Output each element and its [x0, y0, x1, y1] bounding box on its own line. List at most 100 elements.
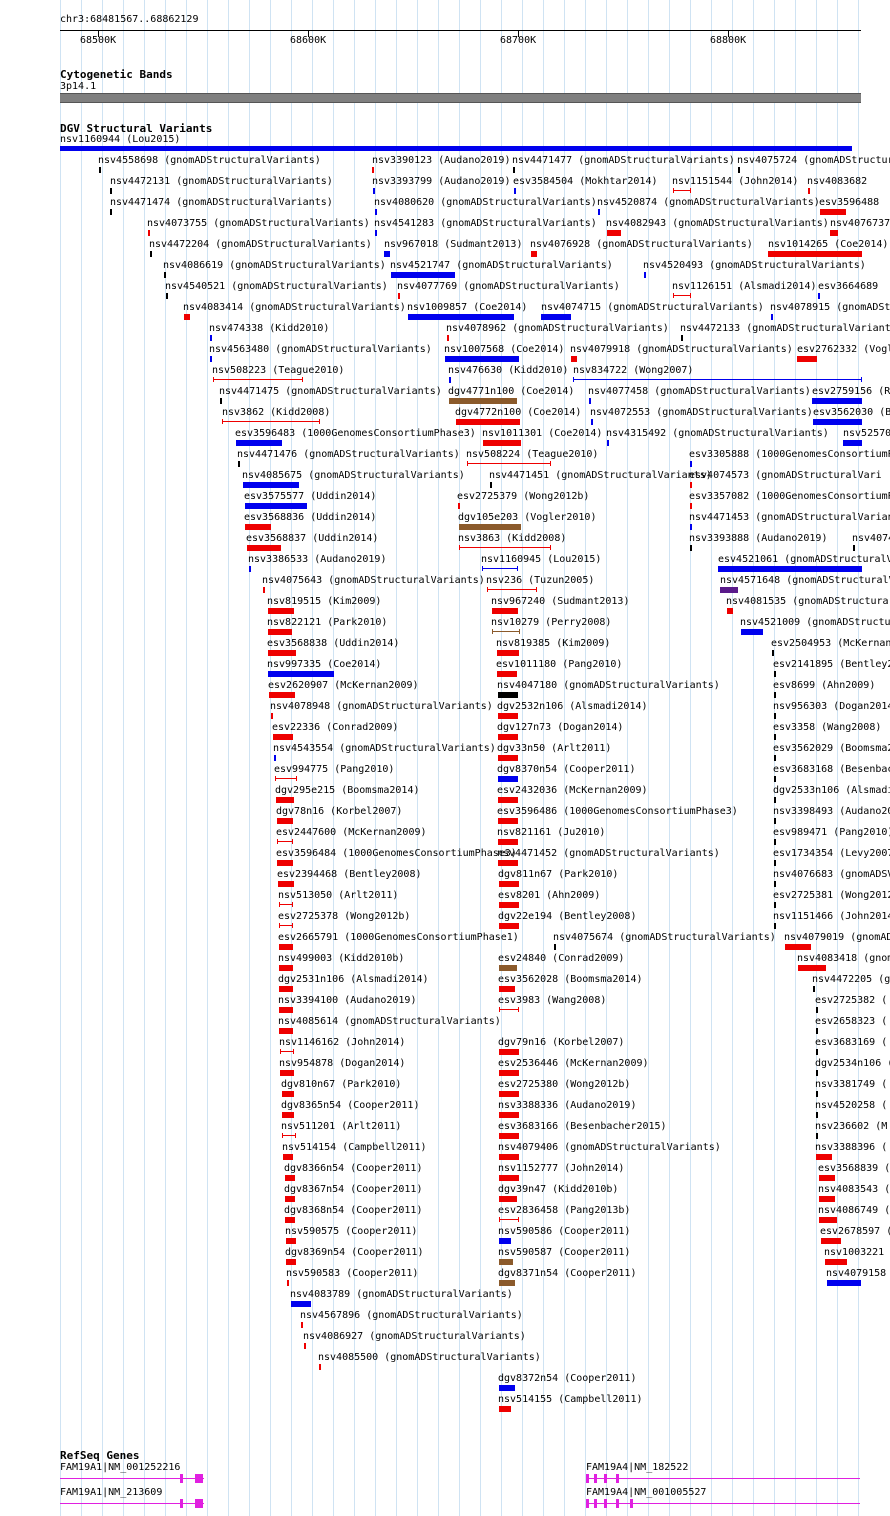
dgv-feature-bar[interactable] — [164, 272, 166, 278]
gene-intron-line[interactable] — [586, 1478, 860, 1479]
dgv-feature-bar[interactable] — [319, 1364, 321, 1370]
dgv-feature-bar[interactable] — [449, 398, 517, 404]
dgv-feature-bar[interactable] — [60, 146, 852, 151]
dgv-feature-bar[interactable] — [238, 461, 240, 467]
dgv-feature-bar[interactable] — [774, 713, 776, 719]
dgv-feature-bar[interactable] — [816, 1154, 832, 1160]
dgv-feature-bar[interactable] — [808, 188, 810, 194]
dgv-feature-bar[interactable] — [278, 881, 294, 887]
dgv-feature-bar[interactable] — [774, 923, 776, 929]
dgv-feature-bar[interactable] — [282, 1091, 294, 1097]
dgv-feature-bar[interactable] — [673, 295, 691, 296]
dgv-feature-bar[interactable] — [816, 1091, 818, 1097]
dgv-feature-bar[interactable] — [483, 440, 521, 446]
dgv-feature-bar[interactable] — [690, 461, 692, 467]
dgv-feature-bar[interactable] — [273, 734, 293, 740]
gene-exon[interactable] — [616, 1474, 619, 1483]
dgv-feature-bar[interactable] — [816, 1112, 818, 1118]
dgv-feature-bar[interactable] — [282, 1112, 294, 1118]
dgv-feature-bar[interactable] — [286, 1259, 296, 1265]
dgv-feature-bar[interactable] — [499, 1385, 515, 1391]
dgv-feature-bar[interactable] — [819, 1196, 835, 1202]
dgv-feature-bar[interactable] — [741, 629, 763, 635]
dgv-feature-bar[interactable] — [738, 167, 740, 173]
dgv-feature-bar[interactable] — [819, 1217, 837, 1223]
dgv-feature-bar[interactable] — [482, 568, 518, 569]
dgv-feature-bar[interactable] — [813, 419, 862, 425]
dgv-feature-bar[interactable] — [589, 398, 591, 404]
dgv-feature-bar[interactable] — [816, 1070, 818, 1076]
dgv-feature-bar[interactable] — [816, 1007, 818, 1013]
cytoband-band[interactable] — [60, 93, 861, 103]
dgv-feature-bar[interactable] — [222, 421, 320, 422]
dgv-feature-bar[interactable] — [644, 272, 646, 278]
dgv-feature-bar[interactable] — [774, 734, 776, 740]
dgv-feature-bar[interactable] — [774, 776, 776, 782]
dgv-feature-bar[interactable] — [727, 608, 733, 614]
dgv-feature-bar[interactable] — [445, 356, 519, 362]
dgv-feature-bar[interactable] — [531, 251, 537, 257]
dgv-feature-bar[interactable] — [830, 230, 838, 236]
dgv-feature-bar[interactable] — [541, 314, 571, 320]
dgv-feature-bar[interactable] — [447, 335, 449, 341]
dgv-feature-bar[interactable] — [827, 1280, 861, 1286]
dgv-feature-bar[interactable] — [498, 797, 518, 803]
gene-exon[interactable] — [604, 1474, 607, 1483]
gene-exon[interactable] — [604, 1499, 607, 1508]
dgv-feature-bar[interactable] — [774, 755, 776, 761]
dgv-feature-bar[interactable] — [816, 1133, 818, 1139]
dgv-feature-bar[interactable] — [184, 314, 190, 320]
dgv-feature-bar[interactable] — [487, 589, 537, 590]
dgv-feature-bar[interactable] — [514, 188, 516, 194]
dgv-feature-bar[interactable] — [774, 818, 776, 824]
dgv-feature-bar[interactable] — [499, 1219, 519, 1220]
dgv-feature-bar[interactable] — [467, 463, 551, 464]
dgv-feature-bar[interactable] — [498, 860, 518, 866]
dgv-feature-bar[interactable] — [269, 692, 295, 698]
dgv-feature-bar[interactable] — [498, 734, 518, 740]
dgv-feature-bar[interactable] — [821, 1238, 841, 1244]
gene-exon[interactable] — [195, 1499, 203, 1508]
dgv-feature-bar[interactable] — [304, 1343, 306, 1349]
dgv-feature-bar[interactable] — [499, 1280, 515, 1286]
dgv-feature-bar[interactable] — [813, 986, 815, 992]
dgv-feature-bar[interactable] — [271, 713, 273, 719]
dgv-feature-bar[interactable] — [573, 379, 862, 380]
dgv-feature-bar[interactable] — [690, 503, 692, 509]
dgv-feature-bar[interactable] — [110, 188, 112, 194]
gene-exon[interactable] — [180, 1474, 183, 1483]
dgv-feature-bar[interactable] — [286, 1238, 296, 1244]
dgv-feature-bar[interactable] — [499, 1049, 519, 1055]
dgv-feature-bar[interactable] — [210, 335, 212, 341]
dgv-feature-bar[interactable] — [571, 356, 577, 362]
dgv-feature-bar[interactable] — [785, 944, 811, 950]
dgv-feature-bar[interactable] — [391, 272, 455, 278]
dgv-feature-bar[interactable] — [774, 881, 776, 887]
dgv-feature-bar[interactable] — [274, 755, 276, 761]
dgv-feature-bar[interactable] — [499, 1259, 513, 1265]
dgv-feature-bar[interactable] — [249, 566, 251, 572]
dgv-feature-bar[interactable] — [598, 209, 600, 215]
dgv-feature-bar[interactable] — [279, 986, 293, 992]
dgv-feature-bar[interactable] — [268, 629, 292, 635]
dgv-feature-bar[interactable] — [245, 524, 271, 530]
dgv-feature-bar[interactable] — [490, 482, 492, 488]
dgv-feature-bar[interactable] — [812, 398, 862, 404]
dgv-feature-bar[interactable] — [268, 608, 294, 614]
dgv-feature-bar[interactable] — [718, 566, 862, 572]
dgv-feature-bar[interactable] — [774, 860, 776, 866]
dgv-feature-bar[interactable] — [220, 398, 222, 404]
dgv-feature-bar[interactable] — [797, 356, 817, 362]
dgv-feature-bar[interactable] — [282, 1135, 296, 1136]
dgv-feature-bar[interactable] — [285, 1196, 295, 1202]
dgv-feature-bar[interactable] — [372, 167, 374, 173]
dgv-feature-bar[interactable] — [210, 356, 212, 362]
dgv-feature-bar[interactable] — [768, 251, 862, 257]
gene-exon[interactable] — [616, 1499, 619, 1508]
dgv-feature-bar[interactable] — [279, 944, 293, 950]
dgv-feature-bar[interactable] — [498, 776, 518, 782]
gene-intron-line[interactable] — [586, 1503, 860, 1504]
dgv-feature-bar[interactable] — [398, 293, 400, 299]
dgv-feature-bar[interactable] — [279, 1007, 293, 1013]
dgv-feature-bar[interactable] — [384, 251, 390, 257]
